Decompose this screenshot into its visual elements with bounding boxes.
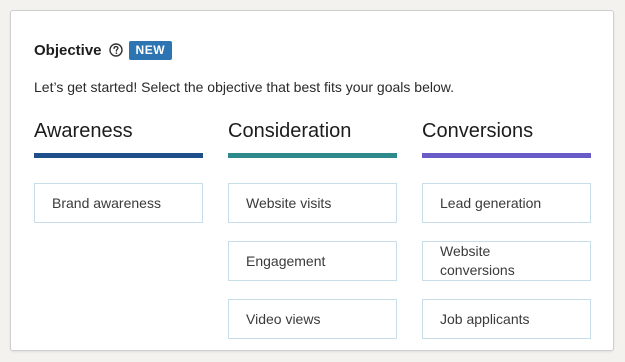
question-circle-icon[interactable] bbox=[108, 43, 123, 57]
instructions-text: Let’s get started! Select the objective … bbox=[34, 79, 454, 95]
column-title-consideration: Consideration bbox=[228, 120, 352, 142]
column-bar-awareness bbox=[34, 153, 203, 158]
objective-header: Objective NEW bbox=[34, 40, 173, 60]
new-badge: NEW bbox=[128, 40, 173, 60]
objective-title: Objective bbox=[34, 41, 102, 59]
option-website-conversions[interactable]: Website conversions bbox=[422, 241, 591, 281]
column-title-awareness: Awareness bbox=[34, 120, 133, 142]
column-bar-consideration bbox=[228, 153, 397, 158]
option-engagement[interactable]: Engagement bbox=[228, 241, 397, 281]
objective-card: Objective NEW Let’s get started! Select … bbox=[10, 10, 614, 351]
column-conversions: Conversions Lead generation Website conv… bbox=[422, 117, 591, 339]
option-website-visits[interactable]: Website visits bbox=[228, 183, 397, 223]
column-awareness: Awareness Brand awareness bbox=[34, 117, 203, 223]
option-job-applicants[interactable]: Job applicants bbox=[422, 299, 591, 339]
column-title-conversions: Conversions bbox=[422, 120, 534, 142]
column-bar-conversions bbox=[422, 153, 591, 158]
option-video-views[interactable]: Video views bbox=[228, 299, 397, 339]
option-brand-awareness[interactable]: Brand awareness bbox=[34, 183, 203, 223]
column-consideration: Consideration Website visits Engagement … bbox=[228, 117, 397, 339]
option-lead-generation[interactable]: Lead generation bbox=[422, 183, 591, 223]
